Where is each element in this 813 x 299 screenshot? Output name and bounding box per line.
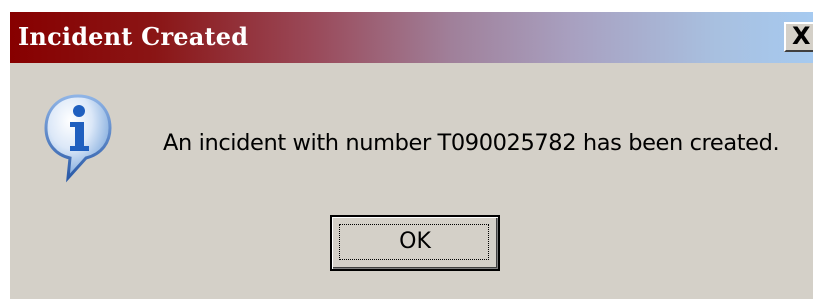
information-icon — [44, 94, 112, 183]
dialog-title: Incident Created — [18, 22, 249, 51]
incident-created-dialog: Incident Created X An incident with numb… — [8, 10, 813, 299]
incident-message: An incident with number T090025782 has b… — [163, 130, 780, 156]
title-bar[interactable]: Incident Created X — [10, 12, 813, 63]
close-button[interactable]: X — [784, 22, 813, 52]
ok-button-label: OK — [399, 229, 431, 254]
ok-button[interactable]: OK — [330, 215, 500, 271]
